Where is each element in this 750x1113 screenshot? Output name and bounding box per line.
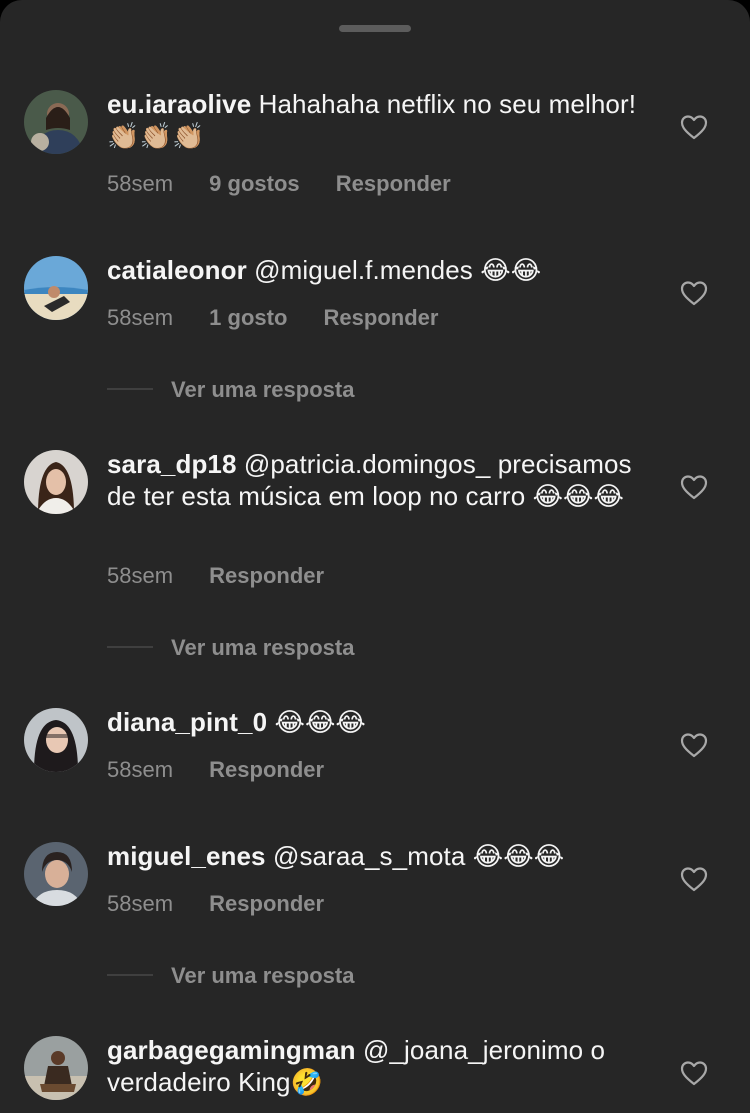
username[interactable]: catialeonor [107,255,247,285]
comment-body: @saraa_s_mota 😂😂😂 [272,841,565,871]
heart-icon[interactable] [680,866,708,892]
avatar[interactable] [24,450,88,514]
reply-button[interactable]: Responder [324,302,439,334]
comment-text: miguel_enes @saraa_s_mota 😂😂😂 [107,840,647,872]
avatar[interactable] [24,256,88,320]
likes-count[interactable]: 9 gostos [209,168,299,200]
comment-text: sara_dp18 @patricia.domingos_ precisamos… [107,448,647,512]
view-replies-button[interactable]: Ver uma resposta [107,632,354,664]
comment-meta: 58sem 9 gostos Responder [107,168,481,200]
view-replies-label: Ver uma resposta [171,377,355,402]
avatar[interactable] [24,1036,88,1100]
username[interactable]: garbagegamingman [107,1035,356,1065]
sheet-drag-handle[interactable] [339,25,411,32]
reply-button[interactable]: Responder [209,560,324,592]
comment-time: 58sem [107,757,174,782]
comment-text: catialeonor @miguel.f.mendes 😂😂 [107,254,647,286]
replies-divider [107,974,153,977]
username[interactable]: diana_pint_0 [107,707,267,737]
username[interactable]: sara_dp18 [107,449,237,479]
comment-time: 58sem [107,563,174,588]
view-replies-label: Ver uma resposta [171,963,355,988]
comment-time: 58sem [107,305,174,330]
avatar[interactable] [24,708,88,772]
comments-sheet: eu.iaraolive Hahahaha netflix no seu mel… [0,0,750,1113]
comment-body: 😂😂😂 [274,707,366,737]
heart-icon[interactable] [680,474,708,500]
heart-icon[interactable] [680,114,708,140]
heart-icon[interactable] [680,280,708,306]
heart-icon[interactable] [680,732,708,758]
comment-time: 58sem [107,171,174,196]
heart-icon[interactable] [680,1060,708,1086]
likes-count[interactable]: 1 gosto [209,302,287,334]
view-replies-button[interactable]: Ver uma resposta [107,960,354,992]
comment-text: diana_pint_0 😂😂😂 [107,706,647,738]
comment-text: garbagegamingman @_joana_jeronimo o verd… [107,1034,647,1098]
comment-meta: 58sem Responder [107,754,354,786]
reply-button[interactable]: Responder [336,168,451,200]
comment-meta: 58sem Responder [107,560,354,592]
reply-button[interactable]: Responder [209,888,324,920]
comment-meta: 58sem 1 gosto Responder [107,302,468,334]
avatar[interactable] [24,842,88,906]
replies-divider [107,388,153,391]
replies-divider [107,646,153,649]
reply-button[interactable]: Responder [209,754,324,786]
username[interactable]: miguel_enes [107,841,266,871]
comment-time: 58sem [107,891,174,916]
comment-body: @miguel.f.mendes 😂😂 [254,255,542,285]
avatar[interactable] [24,90,88,154]
comment-text: eu.iaraolive Hahahaha netflix no seu mel… [107,88,647,152]
view-replies-button[interactable]: Ver uma resposta [107,374,354,406]
username[interactable]: eu.iaraolive [107,89,251,119]
comment-meta: 58sem Responder [107,888,354,920]
view-replies-label: Ver uma resposta [171,635,355,660]
